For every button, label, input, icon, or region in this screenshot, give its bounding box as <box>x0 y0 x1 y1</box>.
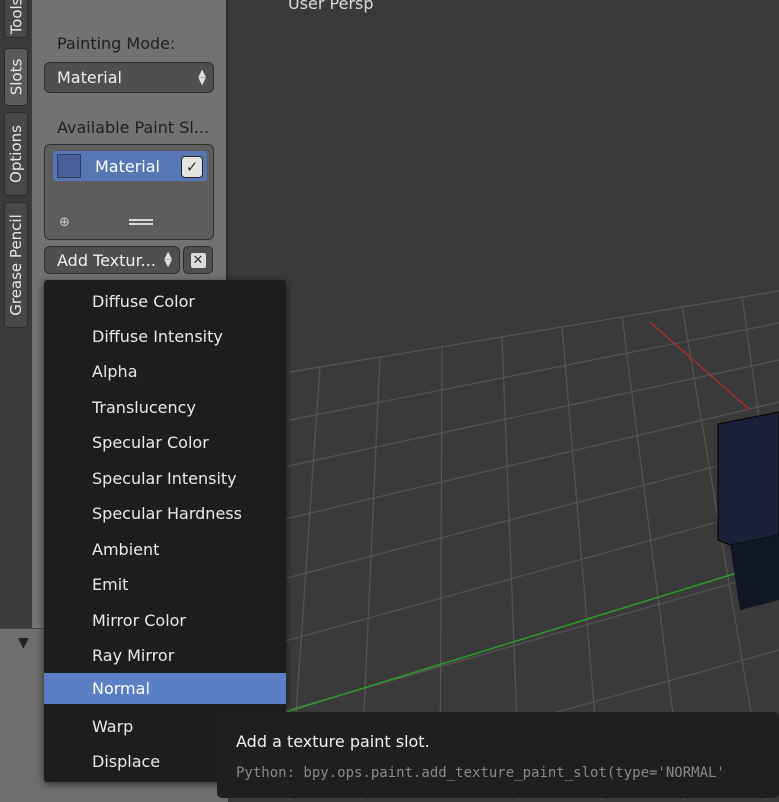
painting-mode-select[interactable]: Material ▲ ▼ <box>44 62 214 93</box>
menu-item-normal[interactable]: Normal <box>44 673 286 704</box>
collapse-triangle-icon[interactable]: ▼ <box>18 635 29 651</box>
tab-tools[interactable]: Tools <box>4 0 28 38</box>
tooltip: Add a texture paint slot. Python: bpy.op… <box>217 712 779 798</box>
tab-tools-label: Tools <box>7 0 26 35</box>
menu-item-specular-color[interactable]: Specular Color <box>44 425 286 459</box>
tab-options-label: Options <box>7 125 26 183</box>
slot-checkbox[interactable]: ✓ <box>181 156 203 178</box>
available-slots-label: Available Paint Sl... <box>57 118 210 137</box>
menu-item-emit[interactable]: Emit <box>44 567 286 601</box>
tooltip-title: Add a texture paint slot. <box>236 732 430 751</box>
updown-arrows-icon: ▲ ▼ <box>164 250 172 269</box>
paint-slot-row[interactable]: Material ✓ <box>53 151 207 181</box>
slot-name: Material <box>95 156 160 176</box>
3d-viewport[interactable]: User Persp <box>230 0 779 801</box>
x-axis-line <box>649 321 751 411</box>
tooltip-python: Python: bpy.ops.paint.add_texture_paint_… <box>236 765 725 781</box>
cube-front <box>717 411 779 546</box>
add-circle-icon[interactable]: ⊕ <box>59 215 70 230</box>
viewport-grid <box>259 290 779 801</box>
tab-slots[interactable]: Slots <box>4 48 28 106</box>
menu-item-mirror-color[interactable]: Mirror Color <box>44 603 286 637</box>
close-icon: ✕ <box>190 252 206 268</box>
tab-slots-label: Slots <box>7 58 25 96</box>
menu-item-specular-hardness[interactable]: Specular Hardness <box>44 496 286 530</box>
tab-options[interactable]: Options <box>4 112 28 196</box>
menu-item-alpha[interactable]: Alpha <box>44 354 286 388</box>
menu-item-specular-intensity[interactable]: Specular Intensity <box>44 461 286 495</box>
add-texture-menu: Diffuse Color Diffuse Intensity Alpha Tr… <box>44 280 286 782</box>
painting-mode-label: Painting Mode: <box>57 34 176 53</box>
y-axis-line <box>259 559 779 721</box>
cube-side <box>730 535 779 610</box>
menu-item-ray-mirror[interactable]: Ray Mirror <box>44 638 286 672</box>
menu-item-translucency[interactable]: Translucency <box>44 390 286 424</box>
slot-color-swatch <box>57 154 81 178</box>
add-texture-select[interactable]: Add Textur... ▲ ▼ <box>44 246 180 274</box>
tab-grease-pencil[interactable]: Grease Pencil <box>4 202 28 328</box>
paint-slot-list: Material ✓ ⊕ <box>44 144 214 240</box>
menu-item-diffuse-color[interactable]: Diffuse Color <box>44 284 286 318</box>
remove-slot-button[interactable]: ✕ <box>183 246 213 274</box>
menu-item-diffuse-intensity[interactable]: Diffuse Intensity <box>44 319 286 353</box>
drag-handle-icon[interactable] <box>129 219 153 225</box>
add-texture-label: Add Textur... <box>57 250 156 270</box>
menu-item-ambient[interactable]: Ambient <box>44 532 286 566</box>
view-perspective-label: User Persp <box>288 0 374 13</box>
painting-mode-value: Material <box>57 68 122 87</box>
updown-arrows-icon: ▲ ▼ <box>198 67 206 87</box>
tab-grease-pencil-label: Grease Pencil <box>7 214 25 316</box>
